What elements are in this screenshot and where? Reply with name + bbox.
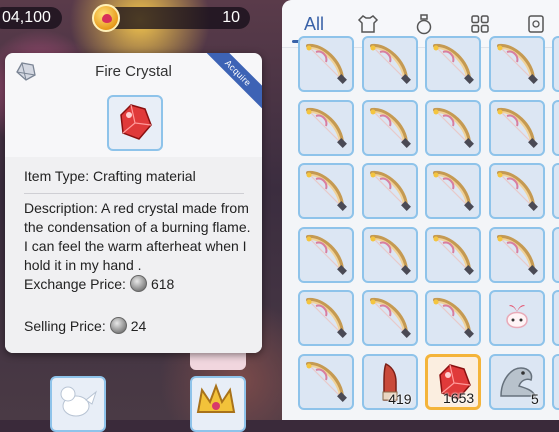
inventory-slot-bow[interactable] — [361, 163, 418, 220]
inventory-slot-bow[interactable] — [298, 354, 354, 410]
inventory-slot-bow[interactable] — [298, 36, 354, 92]
inventory-slot-bullet[interactable]: 419 — [361, 354, 418, 410]
item-tooltip: Fire Crystal Acquire Item Type: Crafting… — [5, 53, 262, 353]
bow-icon — [306, 43, 347, 84]
inventory-slot-bow[interactable] — [488, 163, 545, 220]
exchange-price-label: Exchange Price: — [24, 276, 126, 292]
inventory-slot-bow[interactable] — [552, 163, 559, 220]
bow-icon — [306, 107, 347, 148]
card-icon — [528, 15, 544, 33]
inventory-slot-bow[interactable] — [298, 226, 354, 283]
item-quantity: 419 — [388, 391, 412, 407]
bow-icon — [496, 234, 538, 275]
zeny-counter: 04,100 — [0, 7, 62, 29]
bow-icon — [496, 43, 538, 84]
inventory-slot-bow[interactable] — [361, 36, 418, 92]
tooltip-body: Item Type: Crafting material Description… — [5, 157, 262, 353]
fire-crystal-icon — [120, 104, 152, 140]
bow-icon — [369, 171, 411, 212]
item-quantity: 1653 — [443, 390, 475, 406]
bow-icon — [433, 298, 475, 339]
inventory-slot-bow[interactable] — [488, 36, 545, 92]
item-type-text: Item Type: Crafting material — [24, 168, 196, 184]
inventory-slot-bow[interactable] — [298, 99, 354, 156]
pink-spirit-icon — [506, 305, 528, 329]
gem-bag-icon[interactable] — [92, 4, 120, 32]
inventory-slot-bow[interactable] — [552, 36, 559, 92]
bow-icon — [369, 234, 411, 275]
inventory-slot-bow[interactable] — [425, 36, 482, 92]
selling-price-label: Selling Price: — [24, 318, 106, 334]
white-bird-icon — [60, 386, 98, 417]
inventory-slot-bow[interactable] — [488, 226, 545, 283]
inventory-slot-fire-crystal[interactable]: 1653 — [425, 354, 482, 410]
item-icon-slot — [107, 95, 163, 151]
bow-icon — [306, 171, 347, 212]
inventory-slot-bow[interactable] — [298, 290, 354, 347]
bow-icon — [369, 298, 411, 339]
exchange-price-value: 618 — [150, 276, 175, 292]
bow-icon — [306, 298, 347, 339]
inventory-slot-bow[interactable] — [552, 226, 559, 283]
inventory-slot-bow[interactable] — [552, 290, 559, 347]
bow-icon — [496, 171, 538, 212]
grid-icon — [471, 15, 489, 33]
bow-icon — [369, 107, 411, 148]
bow-icon — [496, 107, 538, 148]
bow-icon — [433, 171, 475, 212]
selling-price-row: Selling Price: 24 — [24, 317, 146, 336]
currency-bar: 04,100 10 — [0, 2, 278, 32]
selling-price-value: 24 — [130, 318, 147, 334]
bow-icon — [433, 234, 475, 275]
inventory-slot-bow[interactable] — [488, 99, 545, 156]
inventory-slot-bow[interactable] — [361, 99, 418, 156]
bow-icon — [306, 361, 347, 402]
inventory-slot-pink-spirit[interactable] — [488, 290, 545, 347]
bow-icon — [369, 43, 411, 84]
silver-coin-icon — [109, 317, 127, 334]
background-item-slot — [190, 376, 246, 432]
bow-icon — [433, 43, 475, 84]
potion-icon — [416, 14, 432, 35]
exchange-price-row: Exchange Price: 618 — [24, 275, 174, 294]
inventory-slot-bow[interactable] — [425, 99, 482, 156]
golden-crown-icon — [196, 383, 236, 413]
inventory-panel: All 419 1653 5 — [282, 0, 559, 420]
divider — [24, 193, 244, 194]
gem-counter: 10 — [100, 7, 250, 29]
bow-icon — [433, 107, 475, 148]
silver-coin-icon — [129, 275, 147, 292]
bow-icon — [306, 234, 347, 275]
inventory-slot-bow[interactable] — [552, 354, 559, 410]
item-description: Description: A red crystal made from the… — [24, 200, 251, 273]
item-quantity: 5 — [531, 391, 539, 407]
inventory-slot-seal-figure[interactable]: 5 — [488, 354, 545, 410]
inventory-slot-bow[interactable] — [425, 163, 482, 220]
inventory-slot-bow[interactable] — [361, 290, 418, 347]
inventory-slot-bow[interactable] — [425, 226, 482, 283]
inventory-slot-bow[interactable] — [552, 99, 559, 156]
inventory-slot-bow[interactable] — [298, 163, 354, 220]
inventory-slot-bow[interactable] — [425, 290, 482, 347]
inventory-slot-bow[interactable] — [361, 226, 418, 283]
background-item-slot — [50, 376, 106, 432]
inventory-grid: 419 1653 5 — [282, 36, 559, 420]
armor-icon — [357, 15, 379, 33]
